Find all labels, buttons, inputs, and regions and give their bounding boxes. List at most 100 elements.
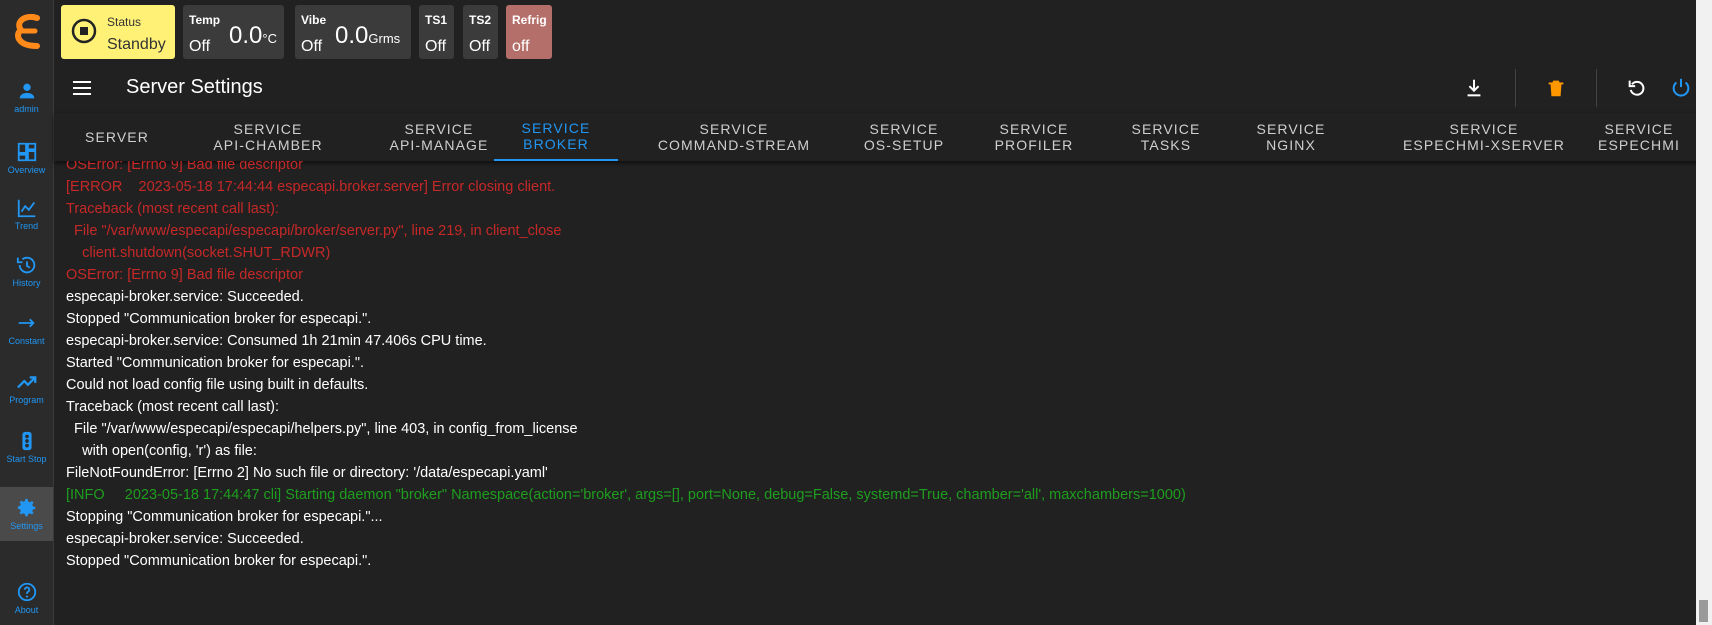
service-tabs: SERVER SERVICE API-CHAMBER SERVICE API-M… bbox=[54, 113, 1712, 161]
ts2-state: Off bbox=[469, 38, 491, 55]
vibe-label: Vibe bbox=[301, 13, 327, 27]
sidebar-item-history[interactable]: History bbox=[0, 244, 53, 298]
sidebar-item-label: History bbox=[12, 278, 41, 288]
vibe-value-group: 0.0Grms bbox=[335, 22, 400, 50]
tab-service-tasks[interactable]: SERVICE TASKS bbox=[1116, 113, 1216, 161]
tab-service-nginx[interactable]: SERVICE NGINX bbox=[1236, 113, 1346, 161]
sidebar-item-label: About bbox=[14, 605, 39, 615]
status-bar: Status Standby Temp Off 0.0°C Vibe Off 0… bbox=[54, 0, 1712, 63]
ts2-label: TS2 bbox=[469, 13, 492, 27]
sidebar-item-label: Overview bbox=[7, 165, 46, 175]
log-line: OSError: [Errno 9] Bad file descriptor bbox=[66, 161, 303, 173]
tab-service-especmhi-xserver[interactable]: SERVICE ESPECHMI-XSERVER bbox=[1364, 113, 1604, 161]
sidebar-item-label: Program bbox=[9, 395, 44, 405]
menu-button[interactable] bbox=[70, 76, 94, 100]
log-line: OSError: [Errno 9] Bad file descriptor bbox=[66, 267, 303, 283]
status-label: Status bbox=[107, 15, 142, 29]
restart-icon bbox=[1628, 80, 1645, 96]
arrow-right-icon bbox=[18, 318, 35, 328]
vibe-unit: Grms bbox=[368, 31, 401, 46]
refrig-label: Refrig bbox=[512, 13, 547, 27]
ts1-chip[interactable]: TS1 Off bbox=[419, 5, 454, 59]
log-line: File "/var/www/especapi/especapi/helpers… bbox=[66, 421, 578, 437]
sidebar-item-trend[interactable]: Trend bbox=[0, 187, 53, 241]
trend-icon bbox=[17, 199, 35, 218]
temp-label: Temp bbox=[189, 13, 221, 27]
sidebar-item-start-stop[interactable]: Start Stop bbox=[0, 420, 53, 474]
log-line: Started "Communication broker for especa… bbox=[66, 355, 365, 371]
tab-service-especmhi[interactable]: SERVICE ESPECHMI bbox=[1579, 113, 1699, 161]
espec-logo[interactable] bbox=[0, 0, 53, 63]
sidebar-item-overview[interactable]: Overview bbox=[0, 131, 53, 185]
help-circle-icon bbox=[17, 582, 36, 602]
traffic-light-icon bbox=[21, 431, 32, 451]
download-button[interactable] bbox=[1461, 75, 1487, 101]
temp-state: Off bbox=[189, 38, 211, 55]
tab-service-command-stream[interactable]: SERVICE COMMAND-STREAM bbox=[634, 113, 834, 161]
log-line: with open(config, 'r') as file: bbox=[66, 443, 257, 459]
log-line: [ERROR 2023-05-18 17:44:44 especapi.brok… bbox=[66, 179, 556, 195]
sidebar: admin Overview Trend History Constant Pr… bbox=[0, 0, 54, 625]
sidebar-item-label: Start Stop bbox=[6, 454, 47, 464]
toolbar-divider bbox=[1596, 69, 1597, 107]
log-line: File "/var/www/especapi/especapi/broker/… bbox=[66, 223, 562, 239]
ts1-label: TS1 bbox=[425, 13, 448, 27]
page-title: Server Settings bbox=[126, 76, 263, 98]
sidebar-item-about[interactable]: About bbox=[0, 571, 53, 625]
log-line: FileNotFoundError: [Errno 2] No such fil… bbox=[66, 465, 548, 481]
scrollbar[interactable] bbox=[1696, 0, 1712, 625]
sidebar-item-label: Settings bbox=[10, 521, 43, 531]
espec-logo-icon bbox=[14, 13, 40, 49]
sidebar-item-label: Trend bbox=[14, 221, 39, 231]
sidebar-item-admin[interactable]: admin bbox=[0, 70, 53, 124]
download-icon bbox=[1467, 79, 1481, 97]
temp-unit: °C bbox=[262, 31, 277, 46]
sidebar-item-program[interactable]: Program bbox=[0, 361, 53, 415]
log-line: especapi-broker.service: Succeeded. bbox=[66, 531, 304, 547]
log-line: client.shutdown(socket.SHUT_RDWR) bbox=[66, 245, 331, 261]
log-line: Traceback (most recent call last): bbox=[66, 201, 279, 217]
person-icon bbox=[19, 83, 34, 99]
temp-value: 0.0 bbox=[229, 22, 263, 49]
vibe-state: Off bbox=[301, 38, 323, 55]
ts1-state: Off bbox=[425, 38, 447, 55]
tab-service-broker[interactable]: SERVICE BROKER bbox=[494, 113, 618, 161]
stop-circle-icon bbox=[71, 18, 97, 44]
gear-icon bbox=[17, 498, 35, 517]
refrig-state: off bbox=[512, 38, 530, 55]
trending-up-icon bbox=[16, 376, 36, 389]
scrollbar-thumb[interactable] bbox=[1699, 600, 1708, 622]
tab-service-profiler[interactable]: SERVICE PROFILER bbox=[979, 113, 1089, 161]
sidebar-item-constant[interactable]: Constant bbox=[0, 302, 53, 356]
temp-chip[interactable]: Temp Off 0.0°C bbox=[183, 5, 284, 59]
refrig-chip[interactable]: Refrig off bbox=[506, 5, 552, 59]
log-line: especapi-broker.service: Consumed 1h 21m… bbox=[66, 333, 487, 349]
dashboard-icon bbox=[17, 142, 36, 162]
power-button[interactable] bbox=[1668, 75, 1694, 101]
tab-service-api-chamber[interactable]: SERVICE API-CHAMBER bbox=[184, 113, 352, 161]
app-bar: Server Settings bbox=[54, 63, 1712, 113]
delete-button[interactable] bbox=[1543, 75, 1569, 101]
toolbar-divider bbox=[1515, 69, 1516, 107]
vibe-chip[interactable]: Vibe Off 0.0Grms bbox=[295, 5, 411, 59]
log-line: Stopped "Communication broker for especa… bbox=[66, 553, 372, 569]
log-line: especapi-broker.service: Succeeded. bbox=[66, 289, 304, 305]
log-line: Stopped "Communication broker for especa… bbox=[66, 311, 372, 327]
tab-service-os-setup[interactable]: SERVICE OS-SETUP bbox=[849, 113, 959, 161]
status-value: Standby bbox=[107, 36, 166, 53]
sidebar-item-label: admin bbox=[14, 104, 39, 114]
sidebar-item-label: Constant bbox=[8, 336, 45, 346]
log-line: Stopping "Communication broker for espec… bbox=[66, 509, 383, 525]
sidebar-item-settings[interactable]: Settings bbox=[0, 487, 53, 541]
log-output[interactable]: client.shutdown(socket.SHUT_RDWR) OSErro… bbox=[54, 161, 1694, 625]
power-icon bbox=[1672, 78, 1690, 97]
log-line: [INFO 2023-05-18 17:44:47 cli] Starting … bbox=[66, 487, 1186, 503]
ts2-chip[interactable]: TS2 Off bbox=[463, 5, 498, 59]
hamburger-icon bbox=[73, 81, 91, 95]
history-icon bbox=[16, 256, 35, 274]
restart-button[interactable] bbox=[1624, 75, 1650, 101]
tab-server[interactable]: SERVER bbox=[70, 113, 164, 161]
log-line: Traceback (most recent call last): bbox=[66, 399, 279, 415]
trash-icon bbox=[1548, 80, 1564, 97]
status-chip[interactable]: Status Standby bbox=[61, 5, 175, 59]
